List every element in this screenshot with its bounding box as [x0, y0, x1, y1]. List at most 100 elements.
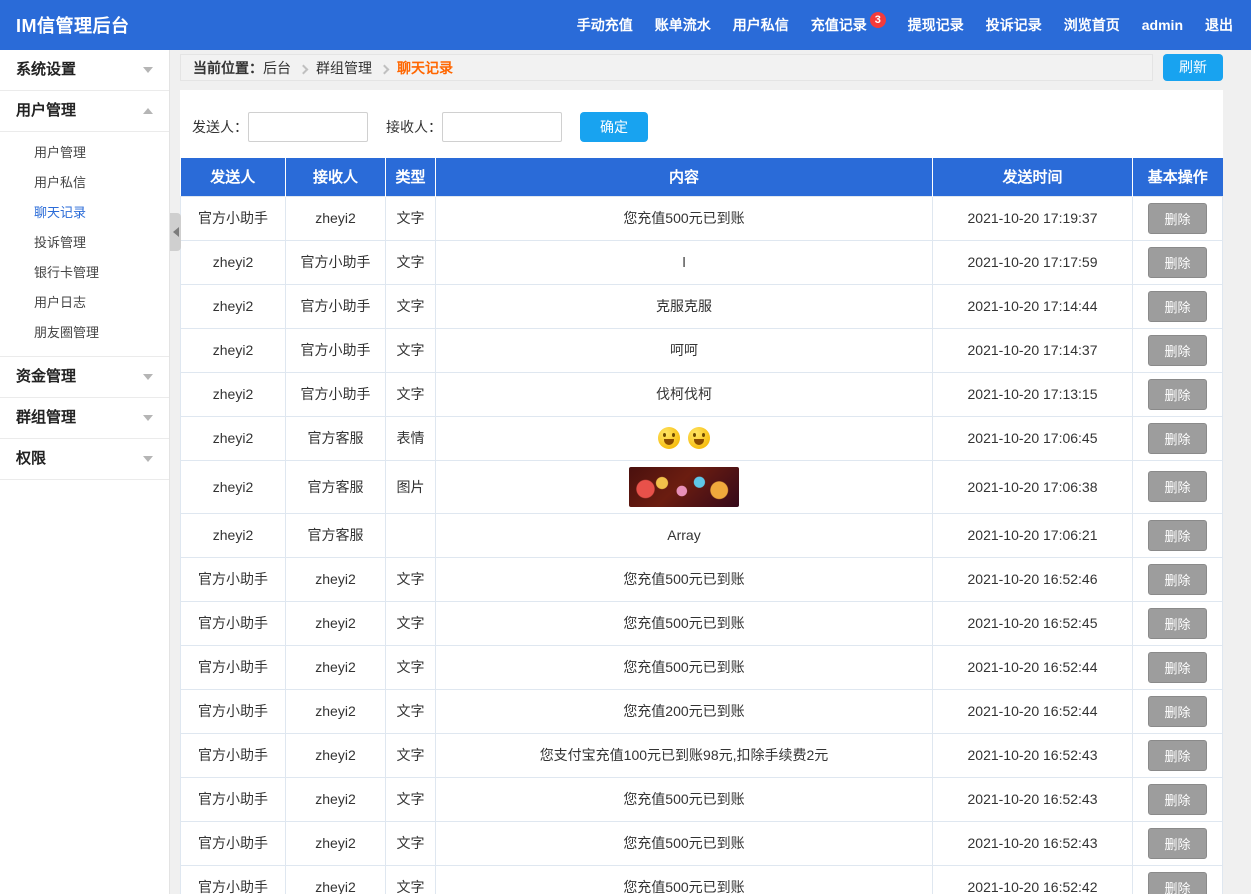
navbar-item-label: 提现记录: [908, 15, 964, 35]
chevron-down-icon: [143, 415, 153, 421]
receiver-cell: zheyi2: [286, 821, 386, 865]
receiver-filter-label: 接收人：: [386, 117, 442, 137]
navbar-item-label: 浏览首页: [1064, 15, 1120, 35]
delete-button[interactable]: 删除: [1148, 520, 1206, 551]
delete-button[interactable]: 删除: [1148, 564, 1206, 595]
navbar-item-5[interactable]: 提现记录: [908, 15, 964, 35]
delete-button[interactable]: 删除: [1148, 379, 1206, 410]
action-cell: 删除: [1133, 733, 1223, 777]
sender-filter-label: 发送人：: [192, 117, 248, 137]
sidebar-section-1[interactable]: 系统设置: [0, 50, 169, 91]
sidebar-item[interactable]: 聊天记录: [0, 198, 169, 228]
breadcrumb-separator-icon: [380, 64, 390, 74]
delete-button[interactable]: 删除: [1148, 335, 1206, 366]
time-cell: 2021-10-20 17:14:44: [933, 284, 1133, 328]
sidebar-section-2[interactable]: 用户管理: [0, 91, 169, 132]
type-cell: 文字: [386, 372, 436, 416]
delete-button[interactable]: 删除: [1148, 872, 1206, 894]
delete-button[interactable]: 删除: [1148, 828, 1206, 859]
time-cell: 2021-10-20 16:52:43: [933, 777, 1133, 821]
time-cell: 2021-10-20 17:17:59: [933, 240, 1133, 284]
sidebar-section-label: 用户管理: [16, 91, 76, 131]
delete-button[interactable]: 删除: [1148, 291, 1206, 322]
delete-button[interactable]: 删除: [1148, 740, 1206, 771]
time-cell: 2021-10-20 16:52:44: [933, 689, 1133, 733]
breadcrumb-item[interactable]: 后台: [263, 60, 291, 76]
breadcrumb-items: 后台 群组管理 聊天记录: [263, 58, 453, 78]
chevron-down-icon: [143, 374, 153, 380]
emoji-icon: [688, 427, 710, 449]
table-row: 官方小助手zheyi2文字您充值500元已到账2021-10-20 16:52:…: [181, 777, 1223, 821]
sidebar-section-4[interactable]: 群组管理: [0, 398, 169, 439]
navbar-item-4[interactable]: 充值记录3: [811, 15, 886, 35]
breadcrumb-prefix: 当前位置：: [193, 58, 263, 78]
table-header-row: 发送人接收人类型内容发送时间基本操作: [181, 158, 1223, 196]
delete-button[interactable]: 删除: [1148, 784, 1206, 815]
sender-filter-input[interactable]: [248, 112, 368, 142]
navbar-item-3[interactable]: 用户私信: [733, 15, 789, 35]
type-cell: 图片: [386, 460, 436, 513]
top-navbar: IM信管理后台 手动充值账单流水用户私信充值记录3提现记录投诉记录浏览首页adm…: [0, 0, 1251, 50]
breadcrumb-item[interactable]: 群组管理: [316, 60, 372, 76]
navbar-item-7[interactable]: 浏览首页: [1064, 15, 1120, 35]
sidebar-item[interactable]: 投诉管理: [0, 228, 169, 258]
receiver-cell: zheyi2: [286, 733, 386, 777]
delete-button[interactable]: 删除: [1148, 203, 1206, 234]
delete-button[interactable]: 删除: [1148, 608, 1206, 639]
time-cell: 2021-10-20 17:13:15: [933, 372, 1133, 416]
receiver-filter-input[interactable]: [442, 112, 562, 142]
content-cell: 您充值500元已到账: [436, 777, 933, 821]
content-cell: 您充值500元已到账: [436, 196, 933, 240]
sidebar-collapse-handle[interactable]: [170, 213, 181, 251]
delete-button[interactable]: 删除: [1148, 471, 1206, 502]
navbar-item-8[interactable]: admin: [1142, 17, 1183, 33]
table-row: zheyi2官方客服Array2021-10-20 17:06:21删除: [181, 513, 1223, 557]
content-cell: 伐柯伐柯: [436, 372, 933, 416]
navbar-item-6[interactable]: 投诉记录: [986, 15, 1042, 35]
table-row: 官方小助手zheyi2文字您充值500元已到账2021-10-20 17:19:…: [181, 196, 1223, 240]
sidebar-item[interactable]: 用户管理: [0, 138, 169, 168]
collapse-arrow-icon: [173, 227, 179, 237]
delete-button[interactable]: 删除: [1148, 423, 1206, 454]
confirm-button[interactable]: 确定: [580, 112, 648, 142]
breadcrumb-item[interactable]: 聊天记录: [397, 60, 453, 76]
navbar-item-1[interactable]: 手动充值: [577, 15, 633, 35]
sidebar-item[interactable]: 银行卡管理: [0, 258, 169, 288]
sidebar-item[interactable]: 用户私信: [0, 168, 169, 198]
navbar-item-label: admin: [1142, 17, 1183, 33]
sender-cell: zheyi2: [181, 284, 286, 328]
time-cell: 2021-10-20 17:19:37: [933, 196, 1133, 240]
sidebar-item[interactable]: 朋友圈管理: [0, 318, 169, 348]
receiver-cell: zheyi2: [286, 601, 386, 645]
delete-button[interactable]: 删除: [1148, 696, 1206, 727]
sender-cell: zheyi2: [181, 328, 286, 372]
action-cell: 删除: [1133, 645, 1223, 689]
time-cell: 2021-10-20 17:06:45: [933, 416, 1133, 460]
delete-button[interactable]: 删除: [1148, 652, 1206, 683]
type-cell: 文字: [386, 328, 436, 372]
type-cell: 表情: [386, 416, 436, 460]
message-image-thumbnail[interactable]: [629, 467, 739, 507]
content-cell: [436, 416, 933, 460]
content-cell: 您充值200元已到账: [436, 689, 933, 733]
type-cell: 文字: [386, 865, 436, 894]
sidebar-item[interactable]: 用户日志: [0, 288, 169, 318]
table-row: zheyi2官方客服图片2021-10-20 17:06:38删除: [181, 460, 1223, 513]
navbar-item-9[interactable]: 退出: [1205, 15, 1233, 35]
navbar-item-label: 投诉记录: [986, 15, 1042, 35]
receiver-cell: 官方客服: [286, 416, 386, 460]
sender-cell: 官方小助手: [181, 865, 286, 894]
sidebar-section-5[interactable]: 权限: [0, 439, 169, 480]
table-row: zheyi2官方小助手文字克服克服2021-10-20 17:14:44删除: [181, 284, 1223, 328]
sidebar-section-3[interactable]: 资金管理: [0, 357, 169, 398]
navbar-item-label: 用户私信: [733, 15, 789, 35]
chat-records-table: 发送人接收人类型内容发送时间基本操作 官方小助手zheyi2文字您充值500元已…: [180, 158, 1223, 894]
navbar-item-2[interactable]: 账单流水: [655, 15, 711, 35]
action-cell: 删除: [1133, 284, 1223, 328]
content-cell: 克服克服: [436, 284, 933, 328]
sender-cell: zheyi2: [181, 416, 286, 460]
refresh-button[interactable]: 刷新: [1163, 54, 1223, 81]
delete-button[interactable]: 删除: [1148, 247, 1206, 278]
navbar-item-label: 账单流水: [655, 15, 711, 35]
type-cell: 文字: [386, 777, 436, 821]
